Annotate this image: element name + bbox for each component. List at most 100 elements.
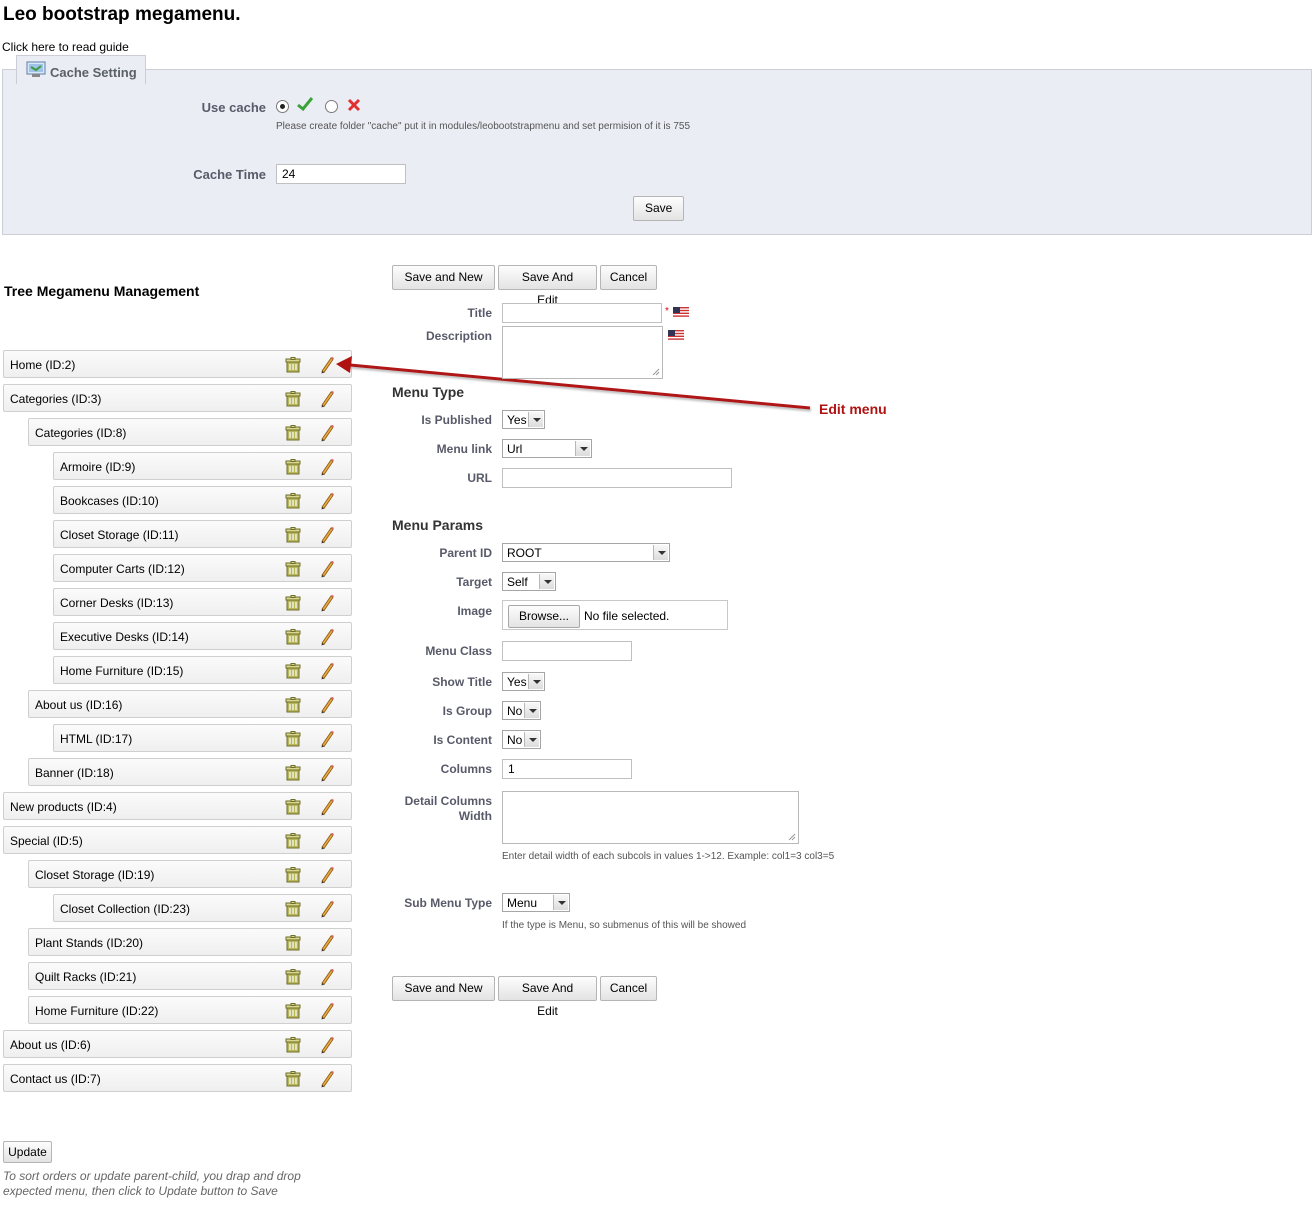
tree-item[interactable]: Closet Collection (ID:23)	[53, 894, 352, 922]
cache-save-button[interactable]: Save	[633, 196, 684, 221]
tree-item[interactable]: Categories (ID:3)	[3, 384, 352, 412]
trash-icon[interactable]	[285, 663, 301, 682]
cancel-button-bottom[interactable]: Cancel	[600, 976, 657, 1001]
us-flag-icon[interactable]	[673, 307, 689, 318]
tree-item-label: Plant Stands (ID:20)	[35, 936, 144, 950]
use-cache-no-radio[interactable]	[325, 100, 338, 113]
pencil-icon[interactable]	[319, 696, 335, 717]
trash-icon[interactable]	[285, 1071, 301, 1090]
trash-icon[interactable]	[285, 901, 301, 920]
pencil-icon[interactable]	[319, 492, 335, 513]
tree-item[interactable]: Computer Carts (ID:12)	[53, 554, 352, 582]
pencil-icon[interactable]	[319, 458, 335, 479]
tree-item[interactable]: Home Furniture (ID:22)	[28, 996, 352, 1024]
save-and-new-button-bottom[interactable]: Save and New	[392, 976, 495, 1001]
pencil-icon[interactable]	[319, 662, 335, 683]
trash-icon[interactable]	[285, 493, 301, 512]
tree-item[interactable]: Closet Storage (ID:11)	[53, 520, 352, 548]
tree-item[interactable]: Home Furniture (ID:15)	[53, 656, 352, 684]
trash-icon[interactable]	[285, 561, 301, 580]
tree-item[interactable]: Executive Desks (ID:14)	[53, 622, 352, 650]
pencil-icon[interactable]	[319, 798, 335, 819]
trash-icon[interactable]	[285, 697, 301, 716]
tree-item[interactable]: Quilt Racks (ID:21)	[28, 962, 352, 990]
tree-item[interactable]: Home (ID:2)	[3, 350, 352, 378]
tree-item[interactable]: About us (ID:16)	[28, 690, 352, 718]
trash-icon[interactable]	[285, 1003, 301, 1022]
pencil-icon[interactable]	[319, 1002, 335, 1023]
trash-icon[interactable]	[285, 935, 301, 954]
tree-item-label: Closet Storage (ID:11)	[60, 528, 179, 542]
trash-icon[interactable]	[285, 799, 301, 818]
pencil-icon[interactable]	[319, 934, 335, 955]
cache-time-input[interactable]	[276, 164, 406, 184]
trash-icon[interactable]	[285, 425, 301, 444]
trash-icon[interactable]	[285, 595, 301, 614]
trash-icon[interactable]	[285, 765, 301, 784]
update-button[interactable]: Update	[3, 1141, 52, 1163]
pencil-icon[interactable]	[319, 594, 335, 615]
menu-class-input[interactable]	[502, 641, 632, 661]
trash-icon[interactable]	[285, 357, 301, 376]
resize-grip-icon[interactable]	[650, 366, 660, 376]
tree-item-label: Closet Collection (ID:23)	[60, 902, 191, 916]
pencil-icon[interactable]	[319, 968, 335, 989]
save-and-new-button[interactable]: Save and New	[392, 265, 495, 290]
us-flag-icon[interactable]	[668, 330, 684, 341]
tree-item[interactable]: HTML (ID:17)	[53, 724, 352, 752]
pencil-icon[interactable]	[319, 866, 335, 887]
tree-item[interactable]: Contact us (ID:7)	[3, 1064, 352, 1092]
trash-icon[interactable]	[285, 833, 301, 852]
tree-item[interactable]: Corner Desks (ID:13)	[53, 588, 352, 616]
trash-icon[interactable]	[285, 969, 301, 988]
trash-icon[interactable]	[285, 629, 301, 648]
tree-item[interactable]: Categories (ID:8)	[28, 418, 352, 446]
sub-menu-type-select[interactable]: Menu	[502, 893, 570, 912]
save-and-edit-button[interactable]: Save And Edit	[498, 265, 597, 307]
menu-link-select[interactable]: Url	[502, 439, 592, 458]
cancel-button[interactable]: Cancel	[600, 265, 657, 290]
tree-item[interactable]: Banner (ID:18)	[28, 758, 352, 786]
pencil-icon[interactable]	[319, 560, 335, 581]
tree-item[interactable]: Plant Stands (ID:20)	[28, 928, 352, 956]
title-input[interactable]	[502, 303, 662, 323]
show-title-select[interactable]: Yes	[502, 672, 545, 691]
pencil-icon[interactable]	[319, 764, 335, 785]
tree-item[interactable]: New products (ID:4)	[3, 792, 352, 820]
description-textarea[interactable]	[502, 326, 663, 379]
tree-item[interactable]: About us (ID:6)	[3, 1030, 352, 1058]
pencil-icon[interactable]	[319, 1070, 335, 1091]
save-and-edit-button-bottom[interactable]: Save And Edit	[498, 976, 597, 1018]
pencil-icon[interactable]	[319, 424, 335, 445]
browse-button[interactable]: Browse...	[508, 605, 581, 628]
url-input[interactable]	[502, 468, 732, 488]
chevron-down-icon	[524, 703, 539, 718]
trash-icon[interactable]	[285, 391, 301, 410]
pencil-icon[interactable]	[319, 900, 335, 921]
pencil-icon[interactable]	[319, 832, 335, 853]
is-group-select[interactable]: No	[502, 701, 541, 720]
image-file-input[interactable]: Browse... No file selected.	[502, 600, 728, 630]
detail-columns-textarea[interactable]	[502, 791, 799, 844]
tree-item[interactable]: Armoire (ID:9)	[53, 452, 352, 480]
trash-icon[interactable]	[285, 459, 301, 478]
trash-icon[interactable]	[285, 731, 301, 750]
parent-id-select[interactable]: ROOT	[502, 543, 670, 562]
pencil-icon[interactable]	[319, 628, 335, 649]
tree-item[interactable]: Bookcases (ID:10)	[53, 486, 352, 514]
trash-icon[interactable]	[285, 867, 301, 886]
target-select[interactable]: Self	[502, 572, 556, 591]
is-content-select[interactable]: No	[502, 730, 541, 749]
pencil-icon[interactable]	[319, 730, 335, 751]
use-cache-yes-radio[interactable]	[276, 100, 289, 113]
pencil-icon[interactable]	[319, 1036, 335, 1057]
tree-item[interactable]: Closet Storage (ID:19)	[28, 860, 352, 888]
guide-link[interactable]: Click here to read guide	[2, 40, 129, 54]
trash-icon[interactable]	[285, 1037, 301, 1056]
is-published-select[interactable]: Yes	[502, 410, 545, 429]
tree-item[interactable]: Special (ID:5)	[3, 826, 352, 854]
columns-input[interactable]	[502, 759, 632, 779]
pencil-icon[interactable]	[319, 526, 335, 547]
trash-icon[interactable]	[285, 527, 301, 546]
resize-grip-icon[interactable]	[786, 831, 796, 841]
